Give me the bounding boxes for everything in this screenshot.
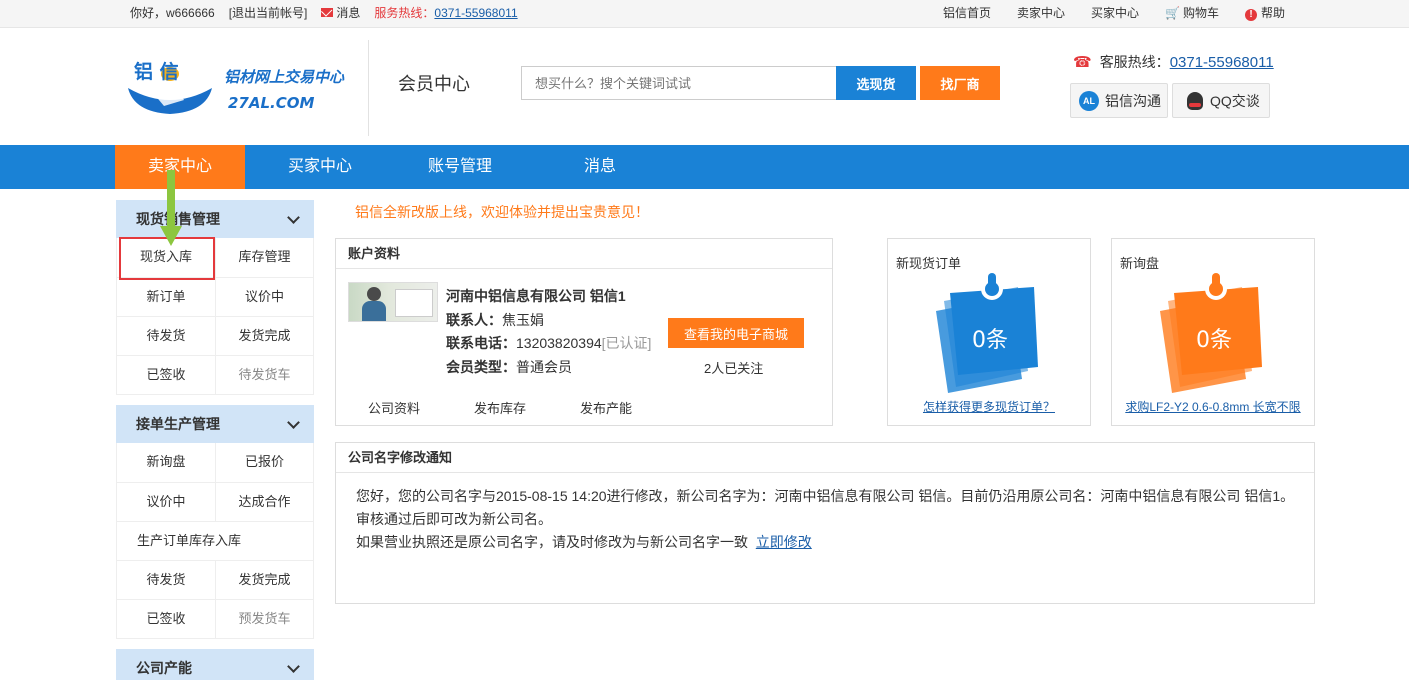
sidebar-item-agreed[interactable]: 达成合作 xyxy=(215,483,313,521)
phone-icon: ☎ xyxy=(1073,54,1092,71)
sidebar-item-production-signed[interactable]: 已签收 xyxy=(117,600,215,638)
member-type: 会员类型：普通会员 xyxy=(446,359,572,375)
rename-notice-panel: 公司名字修改通知 您好，您的公司名字与2015-08-15 14:20进行修改，… xyxy=(335,442,1315,604)
cart-icon: 🛒 xyxy=(1165,6,1180,20)
sidebar-item-shipped[interactable]: 发货完成 xyxy=(215,317,313,355)
rename-line-3: 如果营业执照还是原公司名字，请及时修改为与新公司名字一致 立即修改 xyxy=(356,534,812,550)
chevron-down-icon xyxy=(287,211,300,224)
find-factory-button[interactable]: 找厂商 xyxy=(920,66,1000,100)
modify-now-link[interactable]: 立即修改 xyxy=(756,534,812,550)
company-name: 河南中铝信息有限公司 铝信1 xyxy=(446,288,626,304)
sidebar-section-capacity[interactable]: 公司产能 xyxy=(116,649,314,680)
new-inquiry-title: 新询盘 xyxy=(1120,256,1160,271)
publish-inventory-link[interactable]: 发布库存 xyxy=(474,398,526,417)
chevron-down-icon xyxy=(287,416,300,429)
rename-line-1: 您好，您的公司名字与2015-08-15 14:20进行修改，新公司名字为：河南… xyxy=(356,488,1295,504)
logo-slogan: 铝材网上交易中心 xyxy=(224,68,345,86)
company-avatar xyxy=(348,282,438,322)
page-title: 会员中心 xyxy=(398,74,470,94)
site-logo[interactable]: 铝 信 铝材网上交易中心 27AL.COM xyxy=(124,60,354,116)
header-divider xyxy=(368,40,369,136)
sidebar-production-grid: 新询盘 已报价 议价中 达成合作 生产订单库存入库 待发货 发货完成 已签收 预… xyxy=(116,443,314,639)
sidebar-item-production-stock-in[interactable]: 生产订单库存入库 xyxy=(117,522,313,560)
nav-account-management[interactable]: 账号管理 xyxy=(395,145,525,189)
arrow-down-icon xyxy=(160,226,182,246)
sidebar-section-spot-sales[interactable]: 现货销售管理 xyxy=(116,200,314,238)
hotline-number-link[interactable]: 0371-55968011 xyxy=(434,6,517,20)
logo-chars: 铝 信 xyxy=(134,60,179,83)
search-input[interactable] xyxy=(521,66,837,100)
rename-notice-body: 您好，您的公司名字与2015-08-15 14:20进行修改，新公司名字为：河南… xyxy=(356,485,1306,554)
sidebar-item-shipping-cart[interactable]: 待发货车 xyxy=(215,356,313,394)
main-nav: 卖家中心 买家中心 账号管理 消息 xyxy=(0,145,1409,189)
hotline: 服务热线：0371-55968011 xyxy=(374,6,518,20)
sidebar-item-signed[interactable]: 已签收 xyxy=(117,356,215,394)
sidebar-item-to-ship[interactable]: 待发货 xyxy=(117,317,215,355)
sidebar-item-production-shipped[interactable]: 发货完成 xyxy=(215,561,313,599)
help-link[interactable]: ! 帮助 xyxy=(1244,0,1285,27)
top-bar: 你好，w666666 [退出当前帐号] 消息 服务热线：0371-5596801… xyxy=(0,0,1409,28)
messages-link[interactable]: 消息 xyxy=(321,0,360,27)
publish-capacity-link[interactable]: 发布产能 xyxy=(580,398,632,417)
new-inquiry-card: 新询盘 0条 求购LF2-Y2 0.6-0.8mm 长宽不限 xyxy=(1111,238,1315,426)
greeting: 你好，w666666 xyxy=(130,6,215,20)
logo-domain: 27AL.COM xyxy=(228,94,314,112)
sidebar-item-quoted[interactable]: 已报价 xyxy=(215,443,313,482)
sidebar-item-production-to-ship[interactable]: 待发货 xyxy=(117,561,215,599)
inquiry-note-icon: 0条 xyxy=(1160,273,1262,393)
mail-icon xyxy=(321,8,334,17)
sidebar-section-production[interactable]: 接单生产管理 xyxy=(116,405,314,443)
nav-buyer-center[interactable]: 买家中心 xyxy=(255,145,385,189)
new-orders-count: 0条 xyxy=(972,328,1008,353)
seller-center-link[interactable]: 卖家中心 xyxy=(1017,0,1065,27)
chevron-down-icon xyxy=(287,660,300,673)
account-panel: 账户资料 河南中铝信息有限公司 铝信1 联系人：焦玉娟 联系电话：1320382… xyxy=(335,238,833,426)
contact-person: 联系人：焦玉娟 xyxy=(446,312,544,328)
home-link[interactable]: 铝信首页 xyxy=(943,0,991,27)
cart-link[interactable]: 🛒 购物车 xyxy=(1165,0,1219,27)
account-panel-title: 账户资料 xyxy=(336,239,832,269)
more-orders-link[interactable]: 怎样获得更多现货订单？ xyxy=(888,398,1090,415)
help-icon: ! xyxy=(1244,9,1257,21)
nav-messages[interactable]: 消息 xyxy=(535,145,665,189)
sidebar-item-inventory[interactable]: 库存管理 xyxy=(215,238,313,277)
search-spot-button[interactable]: 选现货 xyxy=(836,66,916,100)
sidebar-item-production-negotiating[interactable]: 议价中 xyxy=(117,483,215,521)
verified-badge: [已认证] xyxy=(601,335,652,351)
qq-icon xyxy=(1187,91,1203,110)
contact-phone: 联系电话：13203820394[已认证] xyxy=(446,335,652,351)
al-chat-icon: AL xyxy=(1079,90,1099,111)
sidebar-item-pre-shipping-cart[interactable]: 预发货车 xyxy=(215,600,313,638)
company-profile-link[interactable]: 公司资料 xyxy=(368,398,420,417)
new-inquiry-count: 0条 xyxy=(1196,328,1232,353)
site-notice: 铝信全新改版上线，欢迎体验并提出宝贵意见！ xyxy=(355,204,649,220)
service-number-link[interactable]: 0371-55968011 xyxy=(1170,54,1274,71)
arrow-shaft xyxy=(167,170,175,230)
sidebar-item-negotiating[interactable]: 议价中 xyxy=(215,278,313,316)
sidebar-item-new-inquiry[interactable]: 新询盘 xyxy=(117,443,215,482)
inquiry-link[interactable]: 求购LF2-Y2 0.6-0.8mm 长宽不限 xyxy=(1112,398,1314,415)
view-my-store-button[interactable]: 查看我的电子商城 xyxy=(668,318,804,348)
rename-notice-title: 公司名字修改通知 xyxy=(336,443,1314,473)
new-orders-title: 新现货订单 xyxy=(896,256,962,271)
new-orders-card: 新现货订单 0条 怎样获得更多现货订单？ xyxy=(887,238,1091,426)
order-note-icon: 0条 xyxy=(936,273,1038,393)
sidebar-item-new-orders[interactable]: 新订单 xyxy=(117,278,215,316)
service-hotline: ☎ 客服热线： 0371-55968011 xyxy=(1073,53,1274,72)
buyer-center-link[interactable]: 买家中心 xyxy=(1091,0,1139,27)
logout-link[interactable]: [退出当前帐号] xyxy=(229,0,308,27)
followers-count: 2人已关注 xyxy=(704,361,764,376)
nav-seller-center[interactable]: 卖家中心 xyxy=(115,145,245,189)
qq-chat-button[interactable]: QQ交谈 xyxy=(1172,83,1270,118)
al-chat-button[interactable]: AL 铝信沟通 xyxy=(1070,83,1168,118)
rename-line-2: 审核通过后即可改为新公司名。 xyxy=(356,511,552,527)
